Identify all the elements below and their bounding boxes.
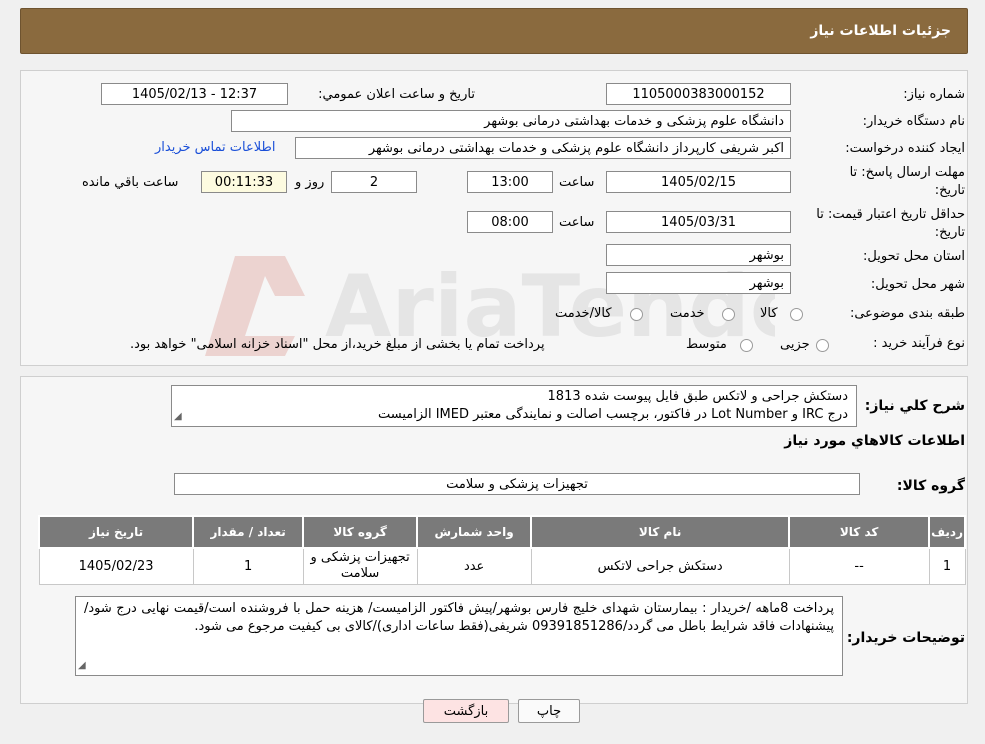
- cell-unit: عدد: [416, 547, 532, 585]
- days-label: روز و: [295, 175, 325, 190]
- remaining-time-field: 00:11:33: [201, 171, 287, 193]
- col-date: تاریخ نیاز: [37, 515, 195, 549]
- process-option-minor: جزیی: [780, 337, 810, 352]
- col-name: نام کالا: [530, 515, 791, 549]
- validity-label: حداقل تاریخ اعتبار قیمت: تا تاریخ:: [816, 207, 965, 240]
- page-title: جزئیات اطلاعات نیاز: [810, 23, 951, 39]
- deadline-time-field: 13:00: [467, 171, 553, 193]
- items-table-header: ردیف کد کالا نام کالا واحد شمارش گروه کا…: [37, 515, 966, 549]
- cell-group: تجهیزات پزشکی و سلامت: [302, 547, 418, 585]
- back-button[interactable]: بازگشت: [423, 699, 509, 723]
- goods-group-field: تجهیزات پزشکی و سلامت: [174, 473, 860, 495]
- process-option-medium: متوسط: [686, 337, 727, 352]
- province-field: بوشهر: [606, 244, 791, 266]
- print-button[interactable]: چاپ: [518, 699, 580, 723]
- buyer-notes-label: توضیحات خریدار:: [846, 630, 965, 646]
- cell-row: 1: [928, 547, 966, 585]
- resize-handle-icon[interactable]: ◢: [78, 657, 86, 675]
- buyer-contact-link[interactable]: اطلاعات تماس خریدار: [155, 140, 275, 155]
- announce-field: 1405/02/13 - 12:37: [101, 83, 288, 105]
- buyer-notes-text: پرداخت 8ماهه /خریدار : بیمارستان شهدای خ…: [84, 601, 834, 634]
- buyer-notes-textarea[interactable]: پرداخت 8ماهه /خریدار : بیمارستان شهدای خ…: [75, 596, 843, 676]
- category-option-goods: کالا: [760, 306, 778, 321]
- process-label: نوع فرآیند خرید :: [873, 336, 965, 351]
- validity-date-field: 1405/03/31: [606, 211, 791, 233]
- col-unit: واحد شمارش: [416, 515, 533, 549]
- page-header: جزئیات اطلاعات نیاز: [20, 8, 968, 54]
- need-number-field: 1105000383000152: [606, 83, 791, 105]
- category-option-goods-service: کالا/خدمت: [555, 306, 612, 321]
- deadline-label: مهلت ارسال پاسخ: تا تاریخ:: [849, 165, 965, 198]
- col-qty: تعداد / مقدار: [192, 515, 305, 549]
- items-table-wrapper: ردیف کد کالا نام کالا واحد شمارش گروه کا…: [37, 515, 966, 585]
- buyer-org-field: دانشگاه علوم پزشکی و خدمات بهداشتی درمان…: [231, 110, 791, 132]
- cell-date: 1405/02/23: [38, 547, 194, 585]
- province-label: استان محل تحویل:: [863, 249, 965, 264]
- cell-code: --: [788, 547, 930, 585]
- goods-section-title: اطلاعات کالاهاي مورد نیاز: [784, 433, 965, 449]
- category-label: طبقه بندی موضوعی:: [849, 306, 965, 321]
- city-field: بوشهر: [606, 272, 791, 294]
- description-line-1: دستکش جراحی و لاتکس طبق فایل پیوست شده 1…: [547, 389, 848, 404]
- deadline-time-label: ساعت: [559, 175, 595, 190]
- requester-field: اکبر شریفی کارپرداز دانشگاه علوم پزشکی و…: [295, 137, 791, 159]
- goods-group-label: گروه کالا:: [896, 478, 965, 494]
- days-field: 2: [331, 171, 417, 193]
- validity-time-field: 08:00: [467, 211, 553, 233]
- category-radio-goods[interactable]: [790, 308, 803, 321]
- requester-label: ایجاد کننده درخواست:: [845, 141, 965, 156]
- category-option-service: خدمت: [670, 306, 705, 321]
- remaining-label: ساعت باقي مانده: [82, 175, 179, 190]
- announce-label: تاریخ و ساعت اعلان عمومي:: [318, 87, 475, 102]
- deadline-date-field: 1405/02/15: [606, 171, 791, 193]
- buyer-org-label: نام دستگاه خریدار:: [862, 114, 965, 129]
- table-row: 1 -- دستکش جراحی لاتکس عدد تجهیزات پزشکی…: [38, 547, 966, 585]
- col-group: گروه کالا: [302, 515, 419, 549]
- cell-qty: 1: [192, 547, 304, 585]
- resize-handle-icon[interactable]: ◢: [174, 408, 182, 426]
- process-note: پرداخت تمام یا بخشی از مبلغ خرید،از محل …: [130, 337, 545, 352]
- process-radio-medium[interactable]: [740, 339, 753, 352]
- need-number-label: شماره نیاز:: [903, 87, 965, 102]
- category-radio-service[interactable]: [722, 308, 735, 321]
- process-radio-minor[interactable]: [816, 339, 829, 352]
- validity-time-label: ساعت: [559, 215, 595, 230]
- category-radio-goods-service[interactable]: [630, 308, 643, 321]
- description-line-2: درج IRC و Lot Number در فاکتور، برچسب اص…: [377, 407, 848, 422]
- col-code: کد کالا: [788, 515, 931, 549]
- cell-name: دستکش جراحی لاتکس: [530, 547, 790, 585]
- city-label: شهر محل تحویل:: [870, 277, 965, 292]
- description-textarea[interactable]: دستکش جراحی و لاتکس طبق فایل پیوست شده 1…: [171, 385, 857, 427]
- col-row: ردیف: [928, 515, 966, 549]
- description-label: شرح کلي نیاز:: [864, 398, 965, 414]
- items-table: ردیف کد کالا نام کالا واحد شمارش گروه کا…: [37, 515, 966, 585]
